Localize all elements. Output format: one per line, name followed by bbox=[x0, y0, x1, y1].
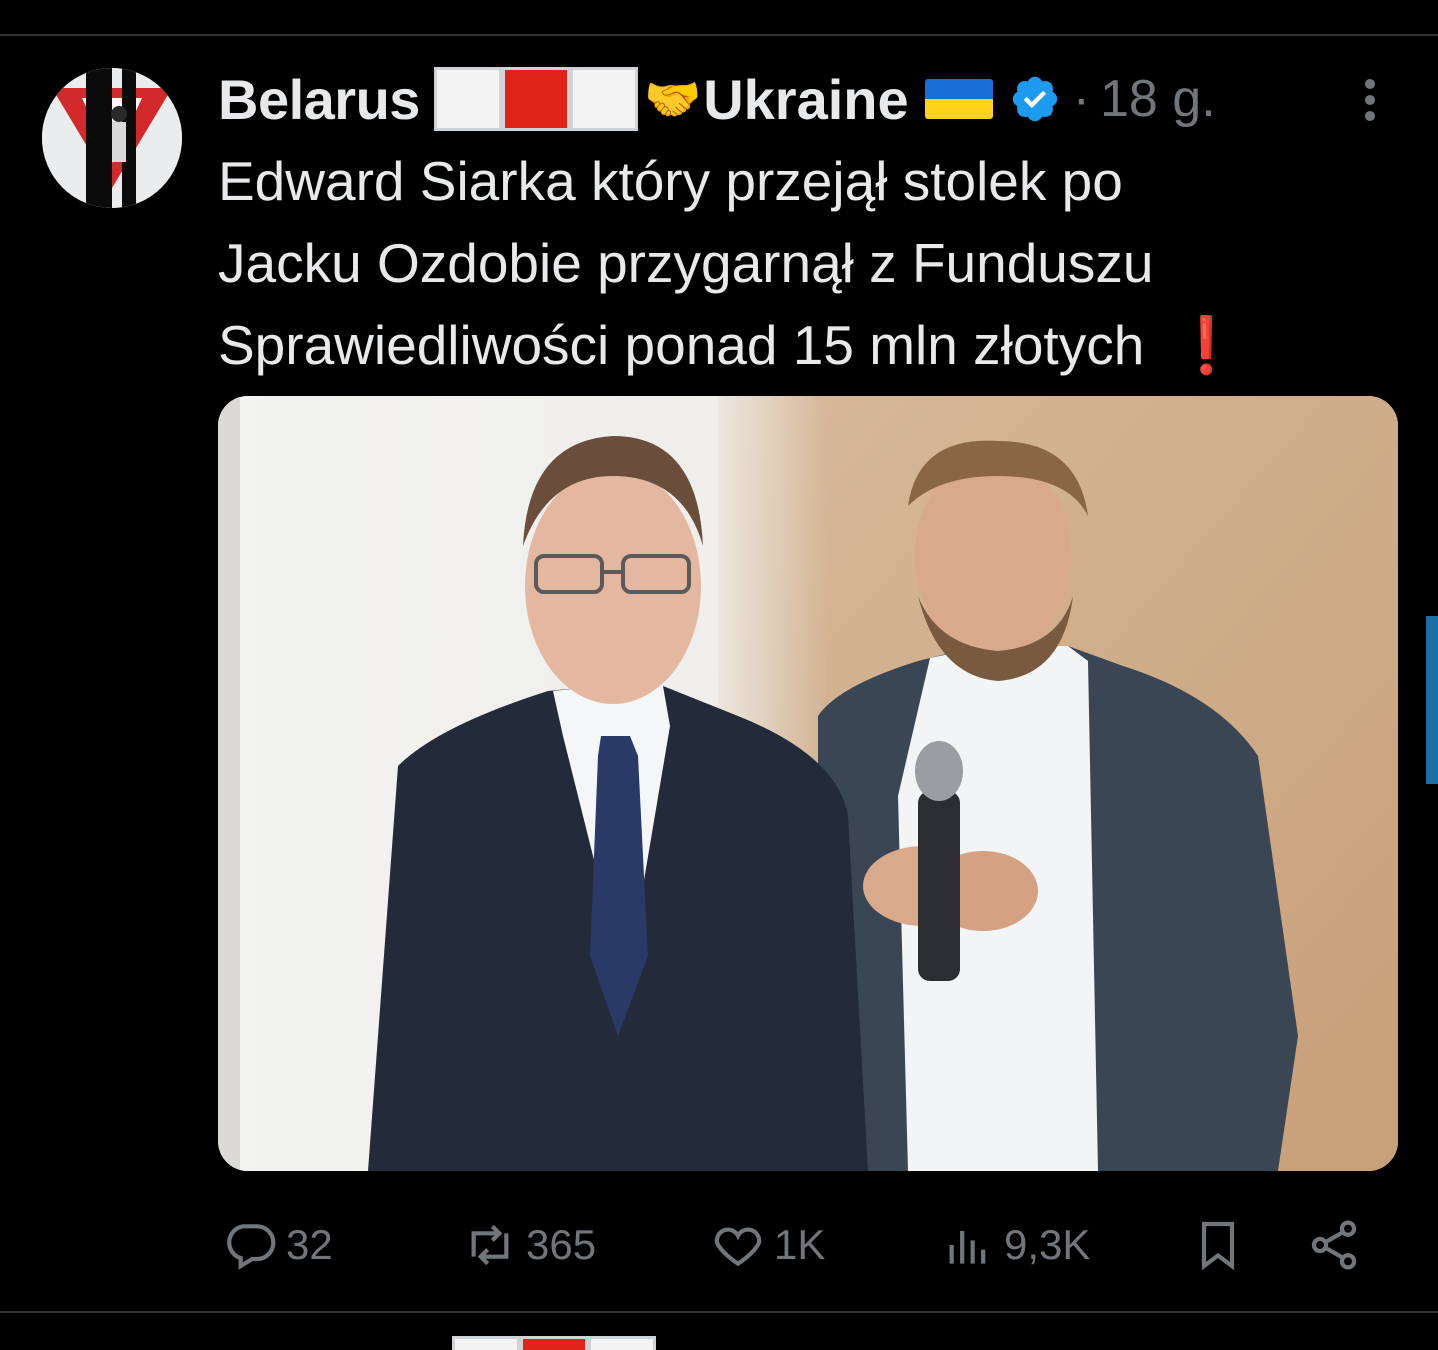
verified-badge-icon[interactable] bbox=[1009, 73, 1061, 125]
photo-two-men bbox=[218, 396, 1398, 1171]
views-count: 9,3K bbox=[1004, 1221, 1091, 1268]
tweet-screen: Belarus 🤝 Ukraine · 18 g. Edward Siarka … bbox=[0, 0, 1438, 1350]
like-button[interactable]: 1K bbox=[710, 1205, 825, 1285]
more-icon[interactable] bbox=[1352, 76, 1388, 124]
tweet-actions: 32 365 1K 9,3K bbox=[0, 1205, 1438, 1285]
timestamp[interactable]: 18 g. bbox=[1100, 69, 1216, 129]
exclamation-icon: ❗ bbox=[1172, 314, 1241, 376]
avatar-image bbox=[42, 68, 182, 208]
share-button[interactable] bbox=[1306, 1205, 1362, 1285]
belarus-flag-icon bbox=[433, 67, 638, 131]
next-tweet-belarus-flag-icon bbox=[452, 1336, 656, 1350]
display-name[interactable]: Belarus bbox=[218, 67, 420, 132]
share-icon bbox=[1311, 1220, 1357, 1270]
header-separator: · bbox=[1072, 70, 1090, 128]
views-icon bbox=[949, 1231, 986, 1264]
like-count: 1K bbox=[774, 1221, 826, 1268]
tweet-text-line-3: Sprawiedliwości ponad 15 mln złotych bbox=[218, 314, 1145, 376]
scrollbar[interactable] bbox=[1426, 616, 1438, 784]
repost-button[interactable]: 365 bbox=[462, 1205, 596, 1285]
like-icon bbox=[714, 1227, 762, 1267]
display-name-suffix[interactable]: Ukraine bbox=[703, 67, 908, 132]
tweet-media-image[interactable] bbox=[218, 396, 1398, 1171]
repost-count: 365 bbox=[526, 1221, 597, 1268]
views-button[interactable]: 9,3K bbox=[940, 1205, 1090, 1285]
bookmark-button[interactable] bbox=[1190, 1205, 1246, 1285]
tweet-text: Edward Siarka który przejął stolek po Ja… bbox=[218, 140, 1398, 386]
tweet-text-line-2: Jacku Ozdobie przygarnął z Funduszu bbox=[218, 232, 1154, 294]
repost-icon bbox=[471, 1224, 509, 1266]
tweet-text-line-1: Edward Siarka który przejął stolek po bbox=[218, 150, 1123, 212]
tweet-header: Belarus 🤝 Ukraine · 18 g. bbox=[218, 67, 1216, 132]
handshake-icon: 🤝 bbox=[643, 72, 702, 125]
top-divider bbox=[0, 34, 1438, 36]
reply-button[interactable]: 32 bbox=[222, 1205, 333, 1285]
avatar[interactable] bbox=[42, 68, 182, 208]
reply-count: 32 bbox=[286, 1221, 333, 1268]
bottom-divider bbox=[0, 1311, 1438, 1313]
tweet-text-line-3-wrap: Sprawiedliwości ponad 15 mln złotych ❗ bbox=[218, 304, 1398, 386]
ukraine-flag-icon bbox=[924, 79, 993, 119]
reply-icon bbox=[227, 1224, 276, 1270]
bookmark-icon bbox=[1201, 1221, 1235, 1271]
